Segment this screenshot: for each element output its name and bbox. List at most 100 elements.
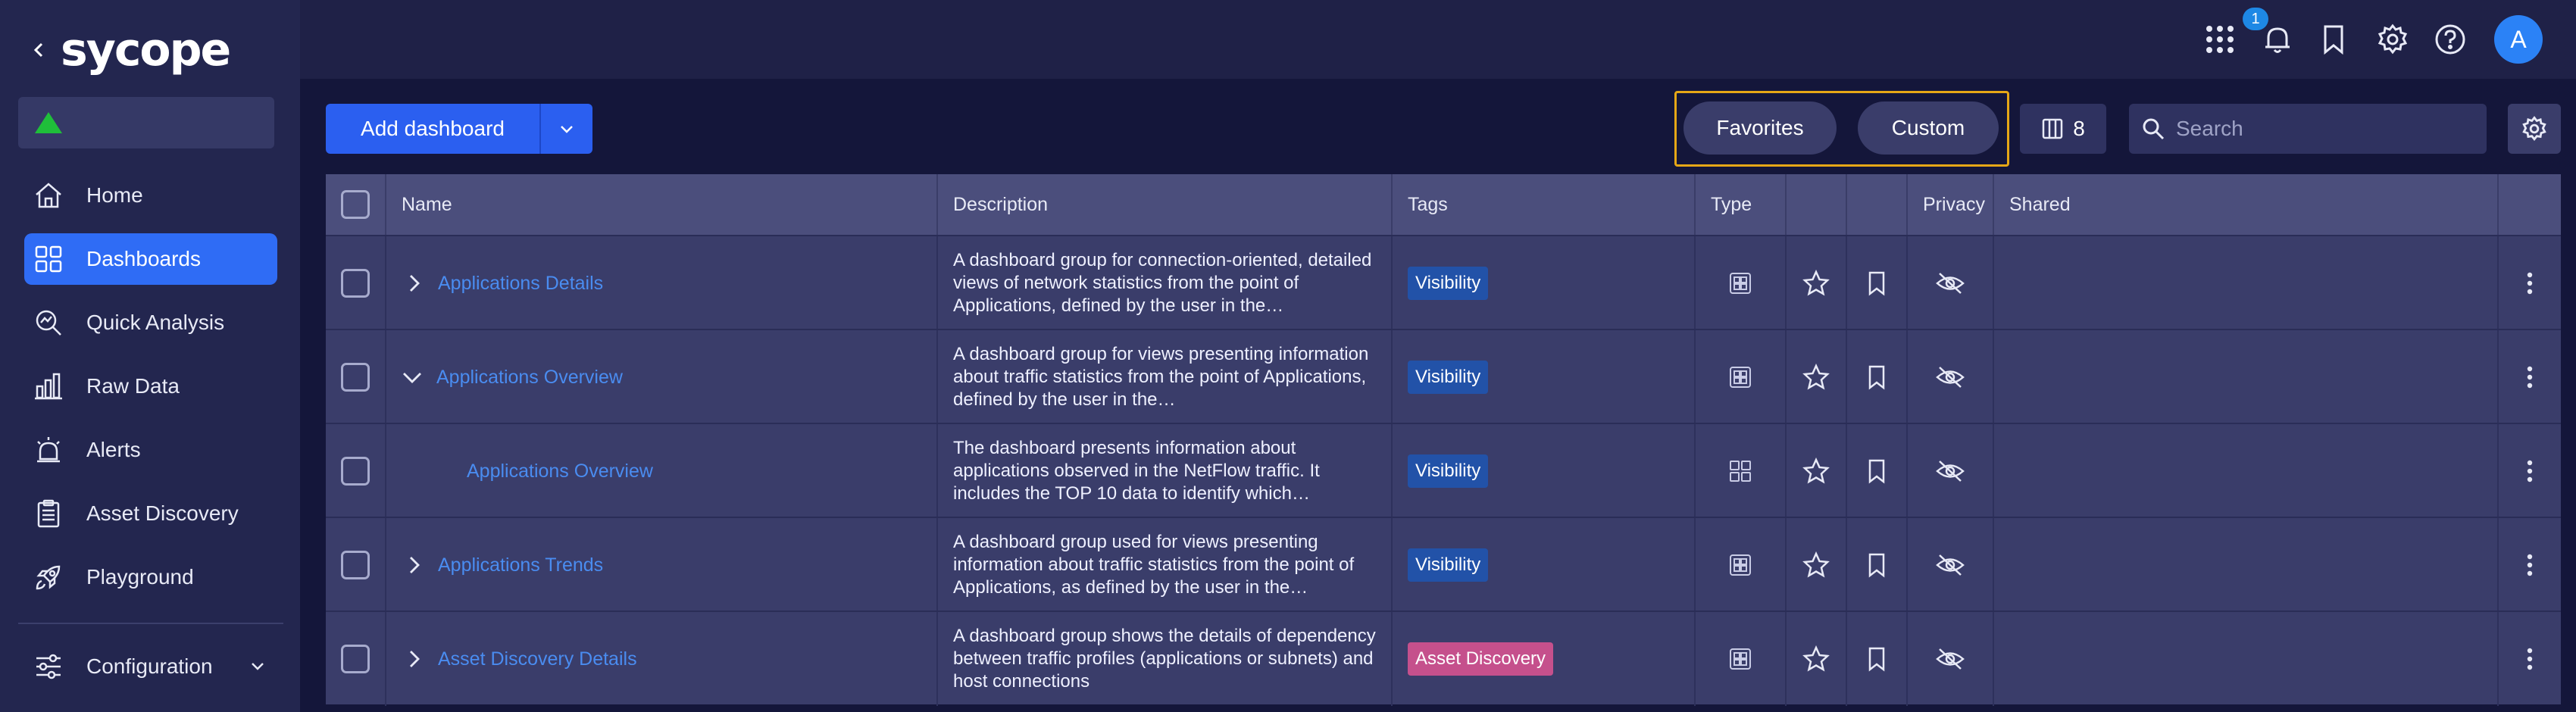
favorite-cell	[1785, 424, 1846, 518]
dashboard-name-link[interactable]: Applications Overview	[436, 367, 623, 389]
row-checkbox[interactable]	[341, 363, 370, 392]
table-row[interactable]: Applications Details A dashboard group fo…	[326, 235, 2561, 330]
bookmark-icon[interactable]	[1867, 364, 1887, 390]
columns-button[interactable]: 8	[2020, 104, 2106, 154]
favorite-cell	[1785, 612, 1846, 706]
row-checkbox[interactable]	[341, 645, 370, 673]
select-all-checkbox[interactable]	[341, 190, 370, 219]
more-vertical-icon[interactable]	[2526, 553, 2534, 577]
environment-status[interactable]	[18, 97, 274, 148]
nav-item-quick-analysis[interactable]: Quick Analysis	[24, 297, 277, 348]
column-header-shared[interactable]: Shared	[1993, 174, 2497, 235]
description-cell: A dashboard group for connection-oriente…	[936, 236, 1391, 330]
dashboard-group-icon	[1727, 364, 1753, 390]
more-vertical-icon[interactable]	[2526, 271, 2534, 295]
chevron-right-icon[interactable]	[406, 555, 423, 575]
tag-badge[interactable]: Visibility	[1408, 454, 1489, 488]
bookmark-cell	[1846, 612, 1906, 706]
tag-badge[interactable]: Visibility	[1408, 361, 1489, 394]
shared-cell	[1993, 236, 2497, 330]
column-header-privacy[interactable]: Privacy	[1906, 174, 1993, 235]
tags-cell: Visibility	[1391, 424, 1694, 518]
column-header-description[interactable]: Description	[936, 174, 1391, 235]
star-icon[interactable]	[1802, 457, 1830, 485]
add-dashboard-dropdown[interactable]	[539, 104, 592, 154]
more-vertical-icon[interactable]	[2526, 365, 2534, 389]
nav-item-home[interactable]: Home	[24, 170, 277, 221]
privacy-cell	[1906, 518, 1993, 612]
row-checkbox[interactable]	[341, 457, 370, 486]
row-checkbox[interactable]	[341, 551, 370, 579]
dashboard-name-link[interactable]: Applications Trends	[438, 554, 603, 576]
bookmark-icon[interactable]	[1867, 270, 1887, 296]
row-actions-cell	[2497, 236, 2561, 330]
eye-off-icon	[1935, 647, 1965, 671]
back-chevron-icon[interactable]	[30, 42, 47, 58]
row-checkbox[interactable]	[341, 269, 370, 298]
tag-badge[interactable]: Visibility	[1408, 548, 1489, 582]
add-dashboard-label: Add dashboard	[361, 117, 505, 140]
nav-item-dashboards[interactable]: Dashboards	[24, 233, 277, 285]
nav-item-label: Configuration	[86, 654, 213, 678]
table-row[interactable]: Applications Overview The dashboard prese…	[326, 423, 2561, 518]
table-row[interactable]: Applications Trends A dashboard group use…	[326, 517, 2561, 612]
star-icon[interactable]	[1802, 364, 1830, 391]
bookmark-icon[interactable]	[1867, 458, 1887, 484]
type-cell	[1694, 424, 1785, 518]
nav-item-label: Home	[86, 183, 143, 207]
nav-item-playground[interactable]: Playground	[24, 551, 277, 603]
dashboard-name-link[interactable]: Applications Details	[438, 273, 603, 295]
nav-item-raw-data[interactable]: Raw Data	[24, 361, 277, 412]
favorite-cell	[1785, 518, 1846, 612]
nav-item-asset-discovery[interactable]: Asset Discovery	[24, 488, 277, 539]
column-header-tags[interactable]: Tags	[1391, 174, 1694, 235]
chevron-right-icon[interactable]	[406, 273, 423, 293]
dashboard-name-link[interactable]: Applications Overview	[467, 461, 653, 482]
nav-item-configuration[interactable]: Configuration	[24, 641, 277, 692]
name-cell: Applications Trends	[385, 518, 936, 612]
chevron-right-icon[interactable]	[406, 649, 423, 669]
shared-cell	[1993, 424, 2497, 518]
tags-cell: Asset Discovery	[1391, 612, 1694, 706]
column-header-name[interactable]: Name	[385, 174, 997, 235]
tags-cell: Visibility	[1391, 236, 1694, 330]
dashboard-group-icon	[1727, 646, 1753, 672]
alarm-icon	[32, 433, 65, 467]
dashboard-group-icon	[1727, 270, 1753, 296]
bookmark-icon[interactable]	[1867, 552, 1887, 578]
type-cell	[1694, 330, 1785, 424]
shared-cell	[1993, 612, 2497, 706]
chevron-down-icon[interactable]	[402, 369, 423, 386]
column-header-type[interactable]: Type	[1694, 174, 1785, 235]
search-input[interactable]	[2176, 117, 2479, 141]
table-row[interactable]: Applications Overview A dashboard group f…	[326, 329, 2561, 424]
table-settings-button[interactable]	[2508, 104, 2561, 154]
table-row[interactable]: Asset Discovery Details A dashboard group…	[326, 611, 2561, 706]
tag-badge[interactable]: Asset Discovery	[1408, 642, 1554, 676]
avatar[interactable]: A	[2494, 15, 2543, 64]
row-select-cell	[326, 236, 385, 330]
gear-icon[interactable]	[2374, 21, 2411, 58]
type-cell	[1694, 518, 1785, 612]
apps-grid-icon[interactable]	[2202, 21, 2238, 58]
privacy-cell	[1906, 424, 1993, 518]
nav-item-alerts[interactable]: Alerts	[24, 424, 277, 476]
bookmark-icon[interactable]	[1867, 646, 1887, 672]
custom-filter-button[interactable]: Custom	[1858, 101, 1999, 155]
star-icon[interactable]	[1802, 645, 1830, 673]
more-vertical-icon[interactable]	[2526, 647, 2534, 671]
row-actions-cell	[2497, 424, 2561, 518]
help-icon[interactable]	[2432, 21, 2468, 58]
favorites-filter-button[interactable]: Favorites	[1683, 101, 1837, 155]
tag-badge[interactable]: Visibility	[1408, 267, 1489, 300]
more-vertical-icon[interactable]	[2526, 459, 2534, 483]
description-cell: A dashboard group for views presenting i…	[936, 330, 1391, 424]
dashboard-name-link[interactable]: Asset Discovery Details	[438, 648, 637, 670]
eye-off-icon	[1935, 553, 1965, 577]
bookmark-icon[interactable]	[2315, 21, 2352, 58]
star-icon[interactable]	[1802, 270, 1830, 297]
star-icon[interactable]	[1802, 551, 1830, 579]
chevron-down-icon	[252, 663, 264, 670]
add-dashboard-button[interactable]: Add dashboard	[326, 104, 592, 154]
chevron-down-icon	[561, 126, 573, 133]
